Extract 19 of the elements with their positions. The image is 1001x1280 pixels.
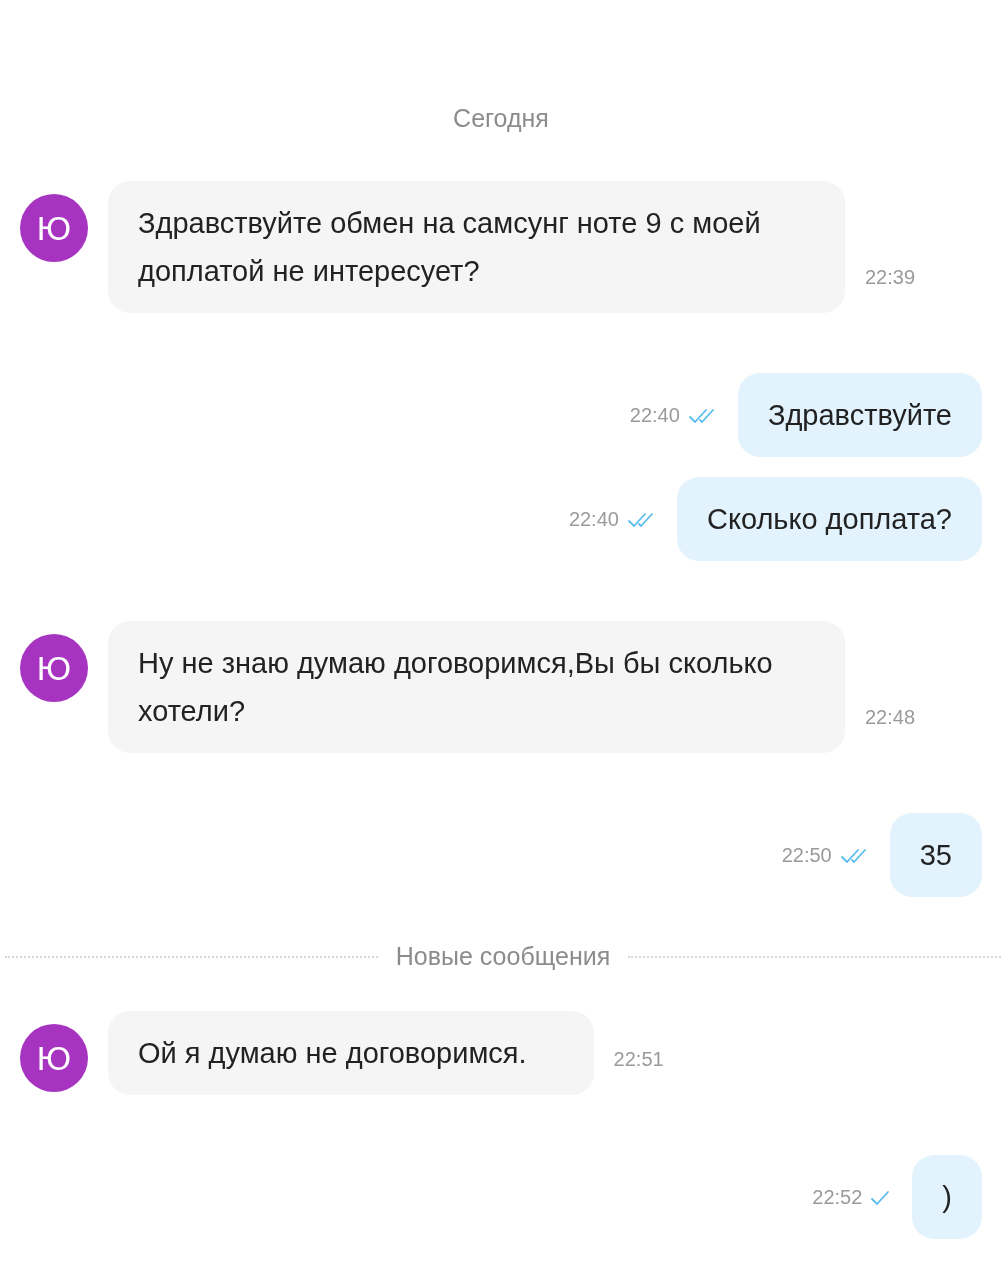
avatar: Ю [20,194,88,262]
timestamp: 22:40 [629,404,680,427]
timestamp: 22:51 [613,1048,664,1071]
date-label: Сегодня [453,103,549,134]
message-bubble: ) [912,1155,982,1239]
message-bubble: Ой я думаю не договоримся. [108,1011,594,1095]
avatar: Ю [20,634,88,702]
message-bubble: Сколько доплата? [676,477,982,561]
message-bubble: Здравствуйте [737,373,982,457]
message-bubble: Ну не знаю думаю договоримся,Вы бы сколько хотели? [108,621,845,753]
new-messages-label: Новые сообщения [395,942,611,971]
timestamp: 22:40 [568,508,619,531]
timestamp: 22:52 [812,1186,863,1209]
timestamp: 22:39 [865,266,916,289]
timestamp: 22:50 [781,844,832,867]
avatar: Ю [20,1024,88,1092]
message-bubble: 35 [889,813,982,897]
timestamp: 22:48 [865,706,916,729]
message-bubble: Здравствуйте обмен на самсунг ноте 9 с моей доплатой не интересует? [108,181,845,313]
